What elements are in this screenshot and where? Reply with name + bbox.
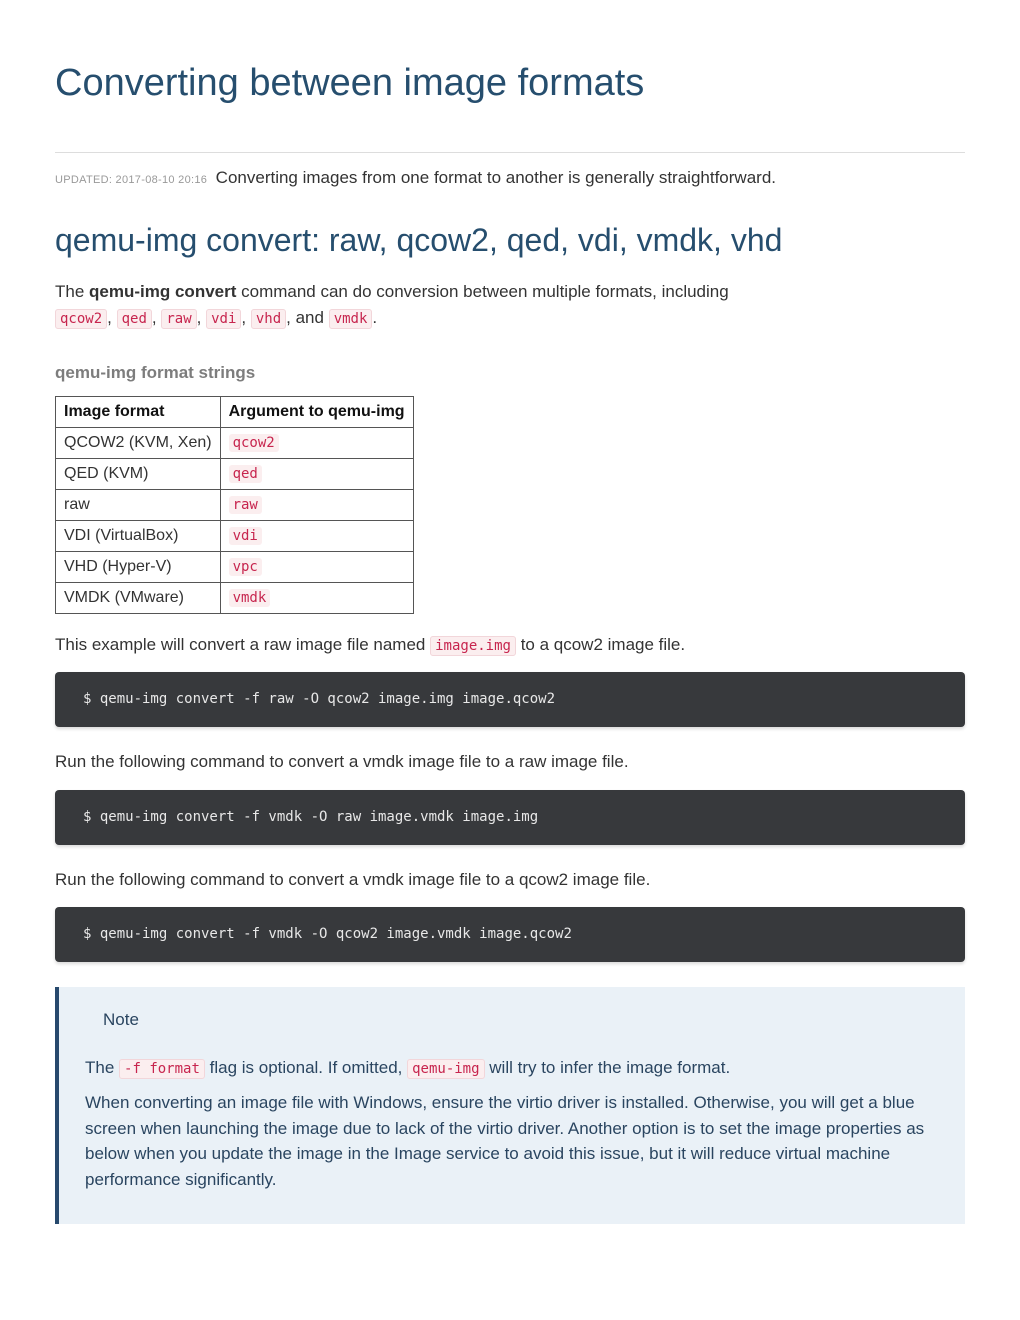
sep: , bbox=[107, 308, 116, 327]
desc-command: qemu-img convert bbox=[89, 282, 236, 301]
code-block[interactable]: $ qemu-img convert -f vmdk -O raw image.… bbox=[55, 790, 965, 845]
format-code: vdi bbox=[206, 309, 241, 329]
table-row: QCOW2 (KVM, Xen) qcow2 bbox=[56, 427, 414, 458]
table-row: raw raw bbox=[56, 489, 414, 520]
format-name: raw bbox=[56, 489, 221, 520]
shell-prompt: $ bbox=[83, 809, 100, 825]
page-title: Converting between image formats bbox=[55, 55, 965, 112]
format-arg: qed bbox=[229, 465, 262, 483]
divider-line bbox=[55, 152, 965, 153]
format-name: VHD (Hyper-V) bbox=[56, 551, 221, 582]
table-row: QED (KVM) qed bbox=[56, 458, 414, 489]
shell-command: qemu-img convert -f vmdk -O qcow2 image.… bbox=[100, 926, 572, 942]
format-arg: vmdk bbox=[229, 589, 271, 607]
format-arg: vpc bbox=[229, 558, 262, 576]
note-title: Note bbox=[85, 1005, 939, 1045]
format-code: raw bbox=[161, 309, 196, 329]
format-code: qcow2 bbox=[55, 309, 107, 329]
updated-timestamp: UPDATED: 2017-08-10 20:16 bbox=[55, 174, 207, 186]
paragraph: Run the following command to convert a v… bbox=[55, 867, 965, 893]
format-table: Image format Argument to qemu-img QCOW2 … bbox=[55, 396, 414, 614]
note-p1-post: will try to infer the image format. bbox=[485, 1058, 731, 1077]
table-row: VDI (VirtualBox) vdi bbox=[56, 520, 414, 551]
table-header-argument: Argument to qemu-img bbox=[220, 396, 413, 427]
format-arg: raw bbox=[229, 496, 262, 514]
note-p1-code2: qemu-img bbox=[407, 1059, 484, 1079]
note-p1-code1: -f format bbox=[119, 1059, 205, 1079]
paragraph: Run the following command to convert a v… bbox=[55, 749, 965, 775]
format-code: vhd bbox=[251, 309, 286, 329]
format-name: QCOW2 (KVM, Xen) bbox=[56, 427, 221, 458]
table-header-format: Image format bbox=[56, 396, 221, 427]
example-intro-pre: This example will convert a raw image fi… bbox=[55, 635, 430, 654]
note-box: Note The -f format flag is optional. If … bbox=[55, 987, 965, 1224]
period: . bbox=[372, 308, 377, 327]
format-name: VMDK (VMware) bbox=[56, 582, 221, 613]
note-paragraph: The -f format flag is optional. If omitt… bbox=[85, 1055, 939, 1081]
shell-prompt: $ bbox=[83, 926, 100, 942]
format-name: QED (KVM) bbox=[56, 458, 221, 489]
table-title: qemu-img format strings bbox=[55, 360, 965, 386]
section-description: The qemu-img convert command can do conv… bbox=[55, 279, 755, 330]
example-intro: This example will convert a raw image fi… bbox=[55, 632, 965, 658]
intro-text: Converting images from one format to ano… bbox=[216, 168, 776, 187]
shell-prompt: $ bbox=[83, 691, 100, 707]
note-p1-mid: flag is optional. If omitted, bbox=[205, 1058, 407, 1077]
table-row: VMDK (VMware) vmdk bbox=[56, 582, 414, 613]
format-code: qed bbox=[117, 309, 152, 329]
table-row: VHD (Hyper-V) vpc bbox=[56, 551, 414, 582]
note-p1-pre: The bbox=[85, 1058, 119, 1077]
sep: , bbox=[197, 308, 206, 327]
format-code: vmdk bbox=[329, 309, 373, 329]
and: , and bbox=[286, 308, 329, 327]
format-arg: vdi bbox=[229, 527, 262, 545]
shell-command: qemu-img convert -f vmdk -O raw image.vm… bbox=[100, 809, 538, 825]
example-intro-post: to a qcow2 image file. bbox=[516, 635, 685, 654]
note-paragraph: When converting an image file with Windo… bbox=[85, 1090, 939, 1192]
code-block[interactable]: $ qemu-img convert -f raw -O qcow2 image… bbox=[55, 672, 965, 727]
desc-mid: command can do conversion between multip… bbox=[236, 282, 728, 301]
format-name: VDI (VirtualBox) bbox=[56, 520, 221, 551]
section-heading: qemu-img convert: raw, qcow2, qed, vdi, … bbox=[55, 216, 965, 264]
sep: , bbox=[152, 308, 161, 327]
shell-command: qemu-img convert -f raw -O qcow2 image.i… bbox=[100, 691, 555, 707]
code-block[interactable]: $ qemu-img convert -f vmdk -O qcow2 imag… bbox=[55, 907, 965, 962]
desc-pre: The bbox=[55, 282, 89, 301]
example-intro-code: image.img bbox=[430, 636, 516, 656]
format-arg: qcow2 bbox=[229, 434, 279, 452]
sep: , bbox=[241, 308, 250, 327]
